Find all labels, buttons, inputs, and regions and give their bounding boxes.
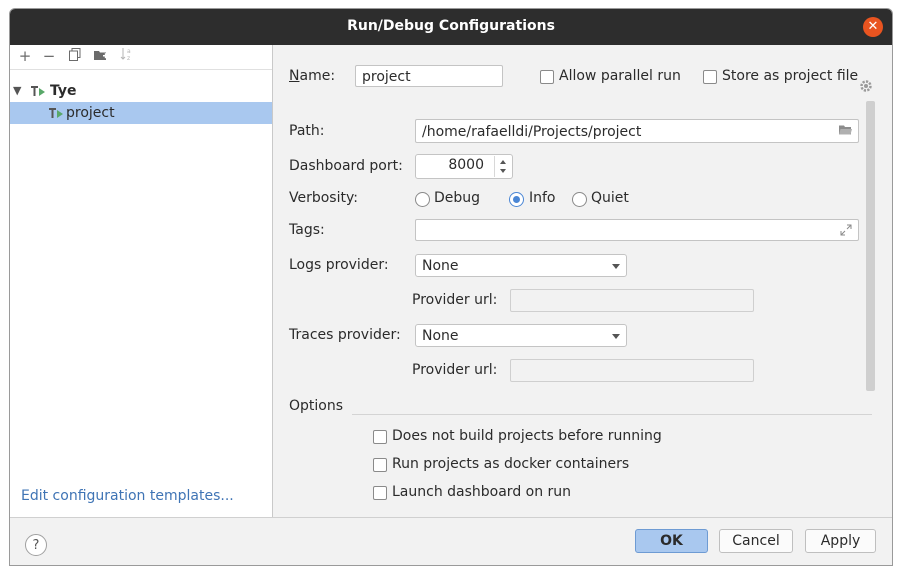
option-no-build-checkbox[interactable] <box>373 430 387 444</box>
path-label: Path: <box>289 123 325 139</box>
remove-icon[interactable]: − <box>40 47 58 65</box>
folder-icon[interactable] <box>839 125 852 135</box>
logs-provider-value: None <box>422 258 459 274</box>
vertical-scrollbar[interactable] <box>866 101 875 391</box>
option-docker-checkbox[interactable] <box>373 458 387 472</box>
chevron-down-icon[interactable]: ▼ <box>13 80 21 102</box>
option-dashboard-checkbox[interactable] <box>373 486 387 500</box>
chevron-down-icon <box>612 334 620 339</box>
edit-templates-link[interactable]: Edit configuration templates... <box>21 488 234 504</box>
radio-debug-label: Debug <box>434 190 481 206</box>
radio-quiet-label: Quiet <box>591 190 629 206</box>
logs-provider-url-field <box>510 289 754 312</box>
apply-button[interactable]: Apply <box>805 529 876 553</box>
ok-button[interactable]: OK <box>635 529 708 553</box>
spinner-arrows[interactable] <box>494 156 511 177</box>
option-docker-label: Run projects as docker containers <box>392 456 630 472</box>
sort-icon[interactable]: az <box>118 47 136 65</box>
dialog-title: Run/Debug Configurations <box>347 18 555 34</box>
title-bar[interactable]: Run/Debug Configurations ✕ <box>10 9 892 45</box>
options-heading: Options <box>289 398 344 414</box>
traces-provider-select[interactable]: None <box>415 324 627 347</box>
logs-provider-url-label: Provider url: <box>412 292 498 308</box>
port-stepper[interactable]: 8000 <box>415 154 513 179</box>
run-debug-dialog: Run/Debug Configurations ✕ + − az ▼ Tye … <box>9 8 893 566</box>
svg-text:a: a <box>127 48 131 55</box>
chevron-down-icon <box>612 264 620 269</box>
radio-info[interactable] <box>509 192 524 207</box>
configurations-sidebar: + − az ▼ Tye project Edit configuration … <box>10 45 273 517</box>
folder-add-icon[interactable] <box>92 47 110 65</box>
tye-icon <box>31 86 45 96</box>
sidebar-toolbar: + − az <box>10 45 272 70</box>
tree-label-tye: Tye <box>50 83 77 99</box>
help-button[interactable]: ? <box>25 534 47 556</box>
button-bar: ? OK Cancel Apply <box>10 517 892 565</box>
copy-icon[interactable] <box>66 47 84 65</box>
tye-icon <box>49 108 63 118</box>
gear-icon[interactable] <box>859 79 873 93</box>
verbosity-label: Verbosity: <box>289 190 358 206</box>
path-value: /home/rafaelldi/Projects/project <box>422 124 642 140</box>
traces-provider-label: Traces provider: <box>289 327 401 343</box>
radio-info-label: Info <box>529 190 556 206</box>
traces-provider-value: None <box>422 328 459 344</box>
tree-item-project[interactable]: project <box>10 102 272 124</box>
option-dashboard-label: Launch dashboard on run <box>392 484 572 500</box>
allow-parallel-label: Allow parallel run <box>559 68 681 84</box>
svg-text:z: z <box>127 55 130 61</box>
close-button[interactable]: ✕ <box>863 17 883 37</box>
tree-label-project: project <box>66 105 115 121</box>
port-value: 8000 <box>448 157 484 173</box>
traces-provider-url-field <box>510 359 754 382</box>
expand-icon[interactable] <box>840 224 852 236</box>
store-file-label: Store as project file <box>722 68 859 84</box>
options-divider <box>352 414 872 415</box>
traces-provider-url-label: Provider url: <box>412 362 498 378</box>
allow-parallel-checkbox[interactable] <box>540 70 554 84</box>
name-field[interactable]: project <box>355 65 503 87</box>
option-no-build-label: Does not build projects before running <box>392 428 662 444</box>
tags-label: Tags: <box>289 222 325 238</box>
radio-quiet[interactable] <box>572 192 587 207</box>
logs-provider-select[interactable]: None <box>415 254 627 277</box>
cancel-button[interactable]: Cancel <box>719 529 793 553</box>
radio-debug[interactable] <box>415 192 430 207</box>
tags-field[interactable] <box>415 219 859 241</box>
port-label: Dashboard port: <box>289 158 403 174</box>
add-icon[interactable]: + <box>16 47 34 65</box>
store-file-checkbox[interactable] <box>703 70 717 84</box>
tree-item-tye[interactable]: ▼ Tye <box>10 80 272 102</box>
name-label: Name: <box>289 68 336 84</box>
close-icon: ✕ <box>867 19 879 34</box>
path-field[interactable]: /home/rafaelldi/Projects/project <box>415 119 859 143</box>
logs-provider-label: Logs provider: <box>289 257 389 273</box>
